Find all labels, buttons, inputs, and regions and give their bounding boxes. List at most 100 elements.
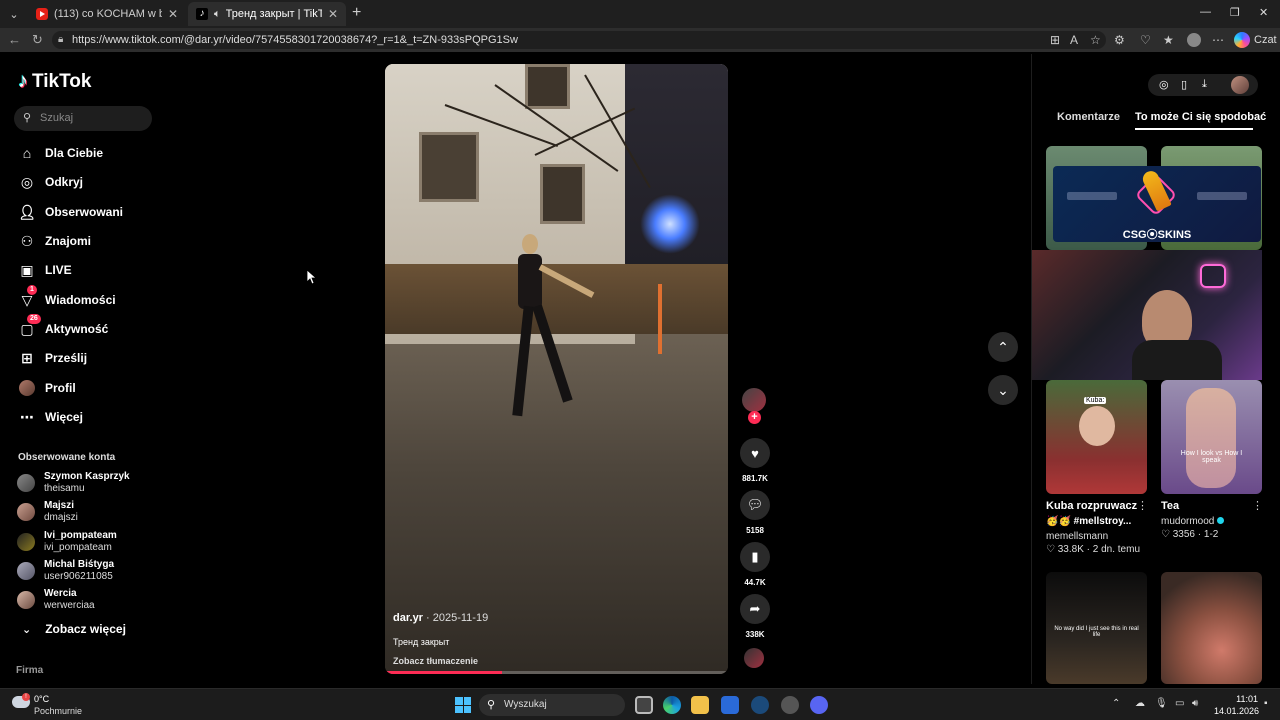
user-avatar[interactable] (1231, 76, 1249, 94)
reload-icon[interactable]: ↻ (32, 32, 43, 48)
bookmark-icon[interactable]: ▮ (740, 542, 770, 572)
nav-following[interactable]: 👤︎ Obserwowani (18, 201, 168, 223)
video-author[interactable]: dar.yr (393, 612, 423, 624)
speaker-icon[interactable]: 🔈︎ (214, 8, 221, 21)
heart-icon[interactable]: ♥ (740, 438, 770, 468)
comment-icon[interactable]: 💬︎ (740, 490, 770, 520)
ad-banner[interactable]: CSG⦿SKINS (1053, 166, 1261, 242)
favorites-icon[interactable]: ★ (1163, 33, 1174, 47)
video-title[interactable]: Tea (1161, 500, 1179, 512)
like-action[interactable]: ♥ 881.7K (738, 438, 772, 483)
taskbar-search[interactable]: ⚲ Wyszukaj (479, 694, 625, 716)
restore-icon[interactable]: ❐ (1230, 6, 1240, 19)
extensions-icon[interactable]: ⚙ (1114, 33, 1125, 47)
close-tab-icon[interactable]: ✕ (168, 7, 178, 21)
tiktok-logo[interactable]: ♪ TikTok (18, 70, 91, 93)
network-icon[interactable]: ▭ (1175, 698, 1184, 709)
music-disc-icon[interactable] (744, 648, 764, 668)
nav-upload[interactable]: ⊞ Prześlij (18, 347, 168, 369)
nav-live[interactable]: ▣ LIVE (18, 259, 168, 281)
followed-account[interactable]: Michal Biśtyga user906211085 (17, 559, 157, 587)
tab-tiktok[interactable]: ♪ 🔈︎ Тренд закрыт | TikTok ✕ (188, 2, 346, 26)
save-action[interactable]: ▮ 44.7K (738, 542, 772, 587)
download-icon[interactable]: ⤓ (1202, 78, 1207, 91)
footer-company-link[interactable]: Firma (16, 665, 43, 676)
video-author[interactable]: mudormood (1161, 516, 1214, 527)
tab-comments[interactable]: Komentarze (1057, 111, 1120, 123)
nav-more[interactable]: ⋯ Więcej (18, 406, 168, 428)
translate-icon[interactable]: A (1070, 33, 1078, 47)
comment-action[interactable]: 💬︎ 5158 (738, 490, 772, 535)
followed-account[interactable]: Majszi dmajszi (17, 500, 157, 528)
video-thumbnail[interactable] (1161, 572, 1262, 684)
new-tab-icon[interactable]: + (352, 4, 361, 22)
browser-tab-bar: ⌄ (113) co KOCHAM w byciu gejem ✕ ♪ 🔈︎ Т… (0, 0, 1280, 28)
taskbar-clock[interactable]: 11:01 14.01.2026 (1214, 693, 1259, 717)
favorite-star-icon[interactable]: ☆ (1090, 33, 1101, 47)
volume-icon[interactable]: 🔊︎ (1192, 698, 1198, 709)
copilot-label[interactable]: Czat (1254, 34, 1277, 46)
weather-condition[interactable]: Pochmurnie (34, 706, 82, 716)
weather-temp[interactable]: 0°C (34, 694, 49, 704)
steam-icon[interactable] (751, 696, 769, 714)
nav-profile[interactable]: Profil (18, 377, 168, 399)
site-info-icon[interactable]: 🔒︎ (58, 31, 63, 49)
app-available-icon[interactable]: ⊞ (1050, 33, 1060, 47)
file-explorer-icon[interactable] (691, 696, 709, 714)
stream-preview[interactable] (1032, 250, 1262, 380)
followed-account[interactable]: Wercia werwerciaa (17, 588, 157, 616)
close-tab-icon[interactable]: ✕ (328, 7, 338, 21)
explore-icon[interactable]: ◎ (1159, 78, 1169, 91)
video-thumbnail[interactable]: No way did I just see this in real life (1046, 572, 1147, 684)
back-icon[interactable]: ← (8, 32, 21, 47)
tab-youtube[interactable]: (113) co KOCHAM w byciu gejem ✕ (28, 2, 186, 26)
more-options-icon[interactable]: ⋮ (1137, 499, 1148, 512)
clock-time: 11:01 (1236, 694, 1258, 704)
onedrive-icon[interactable]: ☁ (1135, 698, 1145, 709)
share-action[interactable]: ➦ 338K (738, 594, 772, 639)
share-icon[interactable]: ➦ (740, 594, 770, 624)
see-translation-link[interactable]: Zobacz tłumaczenie (393, 656, 713, 666)
minimize-icon[interactable]: — (1200, 6, 1211, 18)
youtube-icon (36, 8, 48, 20)
url-field[interactable]: 🔒︎ https://www.tiktok.com/@dar.yr/video/… (52, 31, 1106, 49)
app-icon[interactable] (781, 696, 799, 714)
microsoft-store-icon[interactable] (721, 696, 739, 714)
video-title[interactable]: Kuba rozpruwacz (1046, 500, 1137, 512)
search-input[interactable]: ⚲ Szukaj (14, 106, 152, 131)
nav-friends[interactable]: ⚇ Znajomi (18, 230, 168, 252)
more-options-icon[interactable]: ⋮ (1252, 499, 1263, 512)
followed-account[interactable]: Szymon Kasprzyk theisamu (17, 471, 157, 499)
address-bar-row: ← ↻ 🔒︎ https://www.tiktok.com/@dar.yr/vi… (0, 28, 1280, 52)
tray-chevron-icon[interactable]: ⌃ (1112, 698, 1120, 709)
notifications-icon[interactable]: ▪ (1264, 698, 1268, 709)
copilot-icon[interactable] (1234, 32, 1250, 48)
video-thumbnail[interactable]: How I look vs How I speak (1161, 380, 1262, 494)
video-player[interactable]: dar.yr · 2025-11-19 Тренд закрыт Zobacz … (385, 64, 728, 674)
browser-essentials-icon[interactable]: ♡ (1140, 33, 1151, 47)
profile-avatar[interactable] (1187, 33, 1201, 47)
followed-account[interactable]: Ivi_pompateam ivi_pompateam (17, 530, 157, 558)
nav-activity[interactable]: ▢ 26 Aktywność (18, 314, 168, 340)
follow-plus-icon[interactable]: + (748, 411, 761, 424)
video-thumbnail[interactable]: Kuba: (1046, 380, 1147, 494)
microphone-icon[interactable]: 🎙︎ (1155, 698, 1168, 709)
discord-icon[interactable] (810, 696, 828, 714)
windows-start-icon[interactable] (455, 697, 471, 713)
see-more-accounts[interactable]: ⌄ Zobacz więcej (22, 622, 126, 636)
creator-avatar[interactable] (742, 388, 766, 412)
nav-explore[interactable]: ◎ Odkryj (18, 171, 168, 193)
task-view-icon[interactable] (635, 696, 653, 714)
video-author[interactable]: memellsmann (1046, 531, 1108, 542)
video-progress-bar[interactable] (385, 671, 728, 674)
nav-for-you[interactable]: ⌂ Dla Ciebie (18, 142, 168, 164)
tab-actions-icon[interactable]: ⌄ (4, 4, 24, 24)
nav-messages[interactable]: ▽ 1 Wiadomości (18, 285, 168, 311)
next-video-button[interactable]: ⌄ (988, 375, 1018, 405)
previous-video-button[interactable]: ⌃ (988, 332, 1018, 362)
device-icon[interactable]: ▯ (1181, 78, 1187, 91)
tab-you-may-like[interactable]: To może Ci się spodobać (1135, 111, 1266, 123)
close-window-icon[interactable]: ✕ (1259, 6, 1268, 19)
menu-dots-icon[interactable]: ⋯ (1212, 33, 1224, 47)
edge-browser-icon[interactable] (663, 696, 681, 714)
